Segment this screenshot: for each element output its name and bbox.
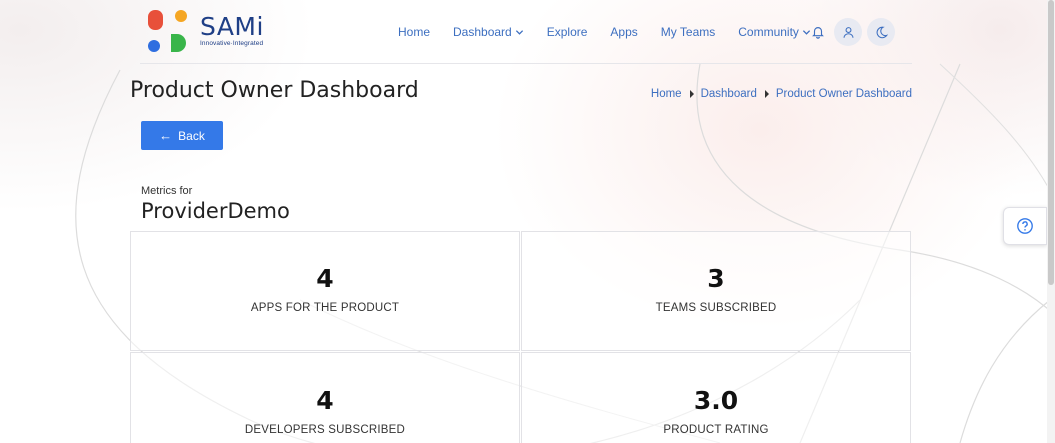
metric-card-developers: 4 DEVELOPERS SUBSCRIBED bbox=[130, 352, 520, 443]
metric-value: 4 bbox=[316, 264, 334, 293]
nav-community-label: Community bbox=[738, 25, 799, 39]
page: SAMi Innovative·Integrated Home Dashboar… bbox=[0, 0, 1055, 443]
sami-logo-icon bbox=[148, 10, 187, 52]
page-title: Product Owner Dashboard bbox=[130, 78, 419, 103]
nav-dashboard[interactable]: Dashboard bbox=[453, 25, 524, 39]
main-nav: Home Dashboard Explore Apps My Teams Com… bbox=[398, 0, 834, 64]
brand-name: SAMi bbox=[200, 12, 264, 41]
breadcrumb-separator-icon bbox=[764, 90, 769, 98]
nav-community[interactable]: Community bbox=[738, 25, 811, 39]
notifications-button[interactable] bbox=[804, 18, 832, 46]
top-navbar: SAMi Innovative·Integrated Home Dashboar… bbox=[140, 0, 912, 64]
page-scrollbar[interactable] bbox=[1047, 0, 1055, 443]
nav-my-teams[interactable]: My Teams bbox=[661, 25, 715, 39]
metrics-grid: 4 APPS FOR THE PRODUCT 3 TEAMS SUBSCRIBE… bbox=[130, 231, 911, 443]
bell-icon bbox=[812, 27, 824, 39]
nav-my-teams-label: My Teams bbox=[660, 25, 716, 39]
arrow-left-icon: ← bbox=[159, 128, 173, 143]
breadcrumb: Home Dashboard Product Owner Dashboard bbox=[651, 88, 912, 100]
metric-label: APPS FOR THE PRODUCT bbox=[250, 302, 400, 314]
metric-label: DEVELOPERS SUBSCRIBED bbox=[244, 424, 406, 436]
back-button-label: Back bbox=[178, 128, 205, 143]
brand-logo[interactable]: SAMi Innovative·Integrated bbox=[146, 9, 276, 55]
breadcrumb-home[interactable]: Home bbox=[651, 88, 682, 100]
nav-dashboard-label: Dashboard bbox=[453, 25, 512, 39]
moon-icon bbox=[876, 26, 888, 38]
theme-toggle-button[interactable] bbox=[867, 18, 895, 46]
nav-home[interactable]: Home bbox=[398, 25, 430, 39]
metrics-for-label: Metrics for bbox=[141, 185, 193, 197]
nav-home-label: Home bbox=[398, 25, 431, 39]
chevron-down-icon bbox=[515, 29, 523, 35]
profile-button[interactable] bbox=[834, 18, 862, 46]
breadcrumb-dashboard[interactable]: Dashboard bbox=[701, 88, 757, 100]
metric-label: TEAMS SUBSCRIBED bbox=[655, 302, 777, 314]
breadcrumb-current[interactable]: Product Owner Dashboard bbox=[776, 88, 912, 100]
metric-card-apps: 4 APPS FOR THE PRODUCT bbox=[130, 231, 520, 351]
nav-apps-label: Apps bbox=[610, 25, 638, 39]
user-icon bbox=[843, 26, 853, 38]
nav-explore[interactable]: Explore bbox=[547, 25, 588, 39]
metric-label: PRODUCT RATING bbox=[663, 424, 769, 436]
scrollbar-thumb[interactable] bbox=[1048, 0, 1054, 285]
nav-explore-label: Explore bbox=[546, 25, 588, 39]
back-button[interactable]: ← Back bbox=[141, 121, 223, 150]
brand-tagline: Innovative·Integrated bbox=[200, 40, 264, 47]
breadcrumb-separator-icon bbox=[689, 90, 694, 98]
help-circle-icon bbox=[1017, 218, 1033, 234]
metric-card-teams: 3 TEAMS SUBSCRIBED bbox=[521, 231, 911, 351]
help-button[interactable] bbox=[1003, 207, 1047, 245]
metric-value: 4 bbox=[316, 386, 334, 415]
nav-apps[interactable]: Apps bbox=[610, 25, 637, 39]
metric-value: 3 bbox=[707, 264, 725, 293]
metric-card-rating: 3.0 PRODUCT RATING bbox=[521, 352, 911, 443]
provider-name: ProviderDemo bbox=[141, 199, 290, 223]
metric-value: 3.0 bbox=[693, 386, 739, 415]
